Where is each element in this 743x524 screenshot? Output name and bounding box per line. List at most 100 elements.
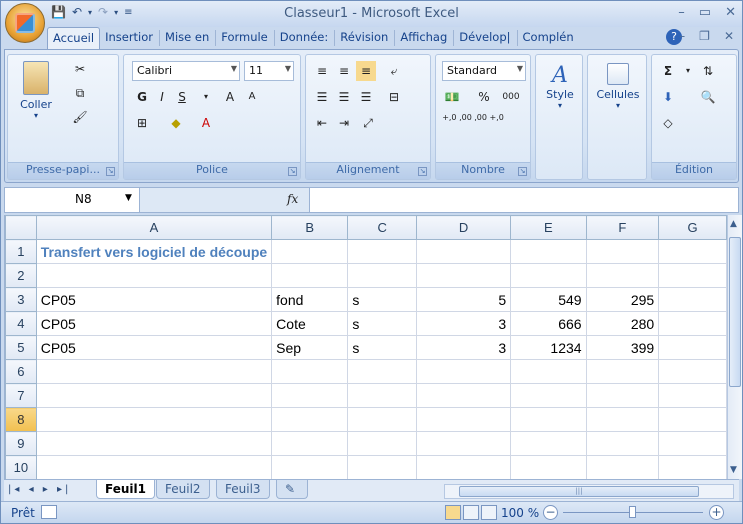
minimize-icon[interactable]: – xyxy=(679,29,685,43)
cell-c5[interactable]: s xyxy=(347,335,418,360)
row-header[interactable]: 5 xyxy=(5,335,37,360)
cell-c8[interactable] xyxy=(347,407,418,432)
cell-e3[interactable]: 549 xyxy=(510,287,587,312)
row-header[interactable]: 8 xyxy=(5,407,37,432)
cell-e1[interactable] xyxy=(510,239,587,264)
cell-a1[interactable]: Transfert vers logiciel de découpe xyxy=(35,239,273,264)
column-header[interactable]: D xyxy=(416,215,512,240)
row-header[interactable]: 4 xyxy=(5,311,37,336)
column-header[interactable]: F xyxy=(585,215,660,240)
format-painter-icon[interactable]: 🖌 xyxy=(70,107,90,127)
number-launcher-icon[interactable]: ↘ xyxy=(518,167,527,176)
insert-sheet-icon[interactable]: ✎ xyxy=(276,480,308,499)
cell-g7[interactable] xyxy=(658,383,727,408)
cell-g5[interactable] xyxy=(658,335,727,360)
column-header[interactable]: E xyxy=(510,215,587,240)
cell-d1[interactable] xyxy=(416,239,512,264)
cut-icon[interactable]: ✂ xyxy=(70,59,90,79)
chevron-down-icon[interactable]: ▾ xyxy=(678,61,698,81)
tab-accueil[interactable]: Accueil xyxy=(47,27,101,49)
cell-a4[interactable]: CP05 xyxy=(35,311,273,336)
shrink-font-button[interactable]: A xyxy=(242,87,262,107)
cell-c7[interactable] xyxy=(347,383,418,408)
vertical-scrollbar[interactable]: ▲ ▼ xyxy=(727,215,742,479)
cell-c4[interactable]: s xyxy=(347,311,418,336)
row-header[interactable]: 1 xyxy=(5,239,37,264)
cell-b6[interactable] xyxy=(271,359,349,384)
cell-g10[interactable] xyxy=(658,455,727,479)
zoom-in-button[interactable]: + xyxy=(709,505,724,520)
close-icon[interactable]: ✕ xyxy=(724,29,734,43)
formula-input[interactable] xyxy=(311,188,738,212)
cell-f5[interactable]: 399 xyxy=(585,335,660,360)
column-header[interactable]: B xyxy=(271,215,349,240)
increase-indent-icon[interactable]: ⇥ xyxy=(334,113,354,133)
autosum-button[interactable]: Σ xyxy=(658,61,678,81)
cell-d4[interactable]: 3 xyxy=(416,311,512,336)
currency-icon[interactable]: 💵 xyxy=(442,87,462,107)
tab-complements[interactable]: Complén xyxy=(518,27,580,49)
font-size-select[interactable]: 11 ▼ xyxy=(244,61,294,81)
cell-f1[interactable] xyxy=(585,239,660,264)
tab-developpeur[interactable]: Dévelop| xyxy=(454,27,516,49)
grow-font-button[interactable]: A xyxy=(220,87,240,107)
normal-view-icon[interactable] xyxy=(445,505,461,520)
cell-a2[interactable] xyxy=(35,263,273,288)
cell-e8[interactable] xyxy=(510,407,587,432)
align-right-icon[interactable]: ☰ xyxy=(356,87,376,107)
cell-b1[interactable] xyxy=(271,239,349,264)
cell-e10[interactable] xyxy=(510,455,587,479)
clear-icon[interactable]: ◇ xyxy=(658,113,678,133)
cell-c1[interactable] xyxy=(347,239,418,264)
cell-e6[interactable] xyxy=(510,359,587,384)
tab-formules[interactable]: Formule xyxy=(216,27,274,49)
align-bottom-icon[interactable]: ≡ xyxy=(356,61,376,81)
scroll-thumb[interactable] xyxy=(729,237,741,387)
row-header[interactable]: 10 xyxy=(5,455,37,479)
cell-g1[interactable] xyxy=(658,239,727,264)
fill-color-icon[interactable]: ◆ xyxy=(166,113,186,133)
cell-g9[interactable] xyxy=(658,431,727,456)
row-header[interactable]: 7 xyxy=(5,383,37,408)
alignment-launcher-icon[interactable]: ↘ xyxy=(418,167,427,176)
column-header[interactable]: G xyxy=(658,215,727,240)
horizontal-scrollbar[interactable]: ||| xyxy=(444,484,734,499)
align-middle-icon[interactable]: ≡ xyxy=(334,61,354,81)
cell-b5[interactable]: Sep xyxy=(271,335,349,360)
select-all-corner[interactable] xyxy=(5,215,37,240)
cell-e2[interactable] xyxy=(510,263,587,288)
zoom-knob[interactable] xyxy=(629,506,636,518)
cell-b3[interactable]: fond xyxy=(271,287,349,312)
cell-f4[interactable]: 280 xyxy=(585,311,660,336)
tab-insertion[interactable]: Insertior xyxy=(100,27,159,49)
increase-decimal-button[interactable]: +,0 ,00 xyxy=(442,113,472,133)
zoom-out-button[interactable]: − xyxy=(543,505,558,520)
zoom-slider[interactable]: − + xyxy=(541,505,741,521)
cell-d10[interactable] xyxy=(416,455,512,479)
cell-a3[interactable]: CP05 xyxy=(35,287,273,312)
minimize-icon[interactable]: – xyxy=(678,5,685,20)
borders-icon[interactable]: ⊞ xyxy=(132,113,152,133)
cell-b8[interactable] xyxy=(271,407,349,432)
cell-a10[interactable] xyxy=(35,455,273,479)
cell-a6[interactable] xyxy=(35,359,273,384)
number-format-select[interactable]: Standard ▼ xyxy=(442,61,526,81)
cell-d9[interactable] xyxy=(416,431,512,456)
tab-revision[interactable]: Révision xyxy=(335,27,394,49)
cell-f10[interactable] xyxy=(585,455,660,479)
cell-d8[interactable] xyxy=(416,407,512,432)
column-header[interactable]: A xyxy=(35,215,273,240)
cells-button[interactable]: Cellules ▾ xyxy=(592,63,644,110)
cell-d3[interactable]: 5 xyxy=(416,287,512,312)
orientation-icon[interactable]: ⤢ xyxy=(358,113,378,133)
restore-icon[interactable]: ❐ xyxy=(699,29,710,43)
cell-f8[interactable] xyxy=(585,407,660,432)
cell-e5[interactable]: 1234 xyxy=(510,335,587,360)
close-icon[interactable]: ✕ xyxy=(725,5,736,20)
sheet-tab-feuil3[interactable]: Feuil3 xyxy=(216,480,270,499)
scroll-up-icon[interactable]: ▲ xyxy=(730,219,737,229)
cell-f6[interactable] xyxy=(585,359,660,384)
cell-f9[interactable] xyxy=(585,431,660,456)
bold-button[interactable]: G xyxy=(132,87,152,107)
cell-e9[interactable] xyxy=(510,431,587,456)
